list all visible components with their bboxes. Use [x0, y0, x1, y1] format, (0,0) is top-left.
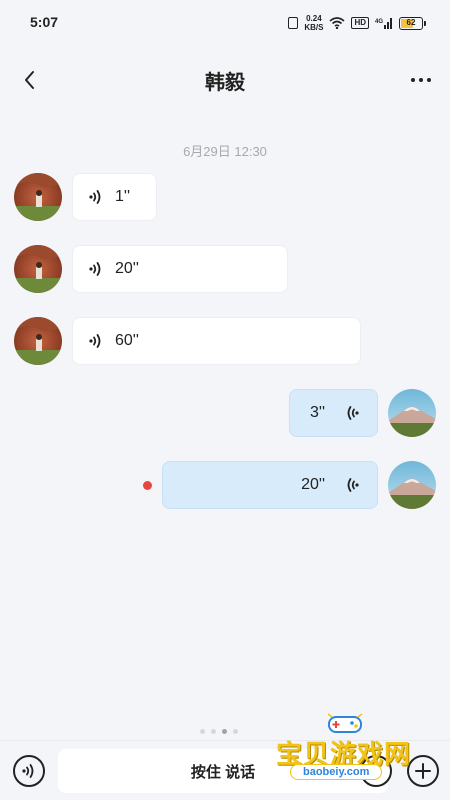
voice-duration: 20'' — [301, 476, 325, 493]
watermark-logo: 宝贝游戏网 baobeiy.com — [268, 710, 428, 790]
voice-message-bubble[interactable]: 3'' — [289, 389, 378, 437]
gamepad-icon — [327, 713, 363, 733]
page-dot — [200, 729, 205, 734]
voice-duration: 3'' — [309, 404, 325, 421]
page-dot-active — [222, 729, 227, 734]
status-bar: 5:07 0.24 KB/S HD 4G 62 — [0, 0, 450, 44]
voice-wave-icon — [89, 262, 101, 276]
contact-avatar[interactable] — [14, 173, 62, 221]
contact-avatar[interactable] — [14, 317, 62, 365]
voice-duration: 20'' — [115, 260, 139, 277]
user-avatar[interactable] — [388, 461, 436, 509]
voice-duration: 1'' — [115, 188, 131, 205]
voice-message-bubble[interactable]: 60'' — [72, 317, 361, 365]
net-speed-unit: KB/S — [304, 23, 324, 32]
watermark-url: baobeiy.com — [290, 764, 383, 780]
contact-name: 韩毅 — [205, 72, 245, 94]
voice-message-bubble[interactable]: 20'' — [72, 245, 288, 293]
voice-toggle-icon[interactable] — [13, 755, 45, 787]
page-dot — [233, 729, 238, 734]
page-indicator — [200, 729, 238, 734]
status-time: 5:07 — [30, 14, 59, 30]
voice-wave-icon — [89, 190, 101, 204]
unread-dot — [143, 481, 152, 490]
battery-level: 62 — [406, 17, 416, 27]
voice-wave-icon — [89, 334, 101, 348]
svg-text:4G: 4G — [375, 19, 383, 25]
signal-icon: 4G — [375, 18, 392, 29]
vibrate-icon — [288, 17, 299, 29]
status-icons: 0.24 KB/S HD 4G 62 — [288, 14, 426, 32]
message-timestamp: 6月29日 12:30 — [183, 144, 267, 159]
voice-message-bubble[interactable]: 20'' — [162, 461, 378, 509]
voice-duration: 60'' — [115, 332, 139, 349]
battery-icon: 62 — [399, 16, 426, 30]
chat-header: 韩毅 — [0, 44, 450, 116]
more-options-icon[interactable] — [406, 68, 436, 92]
contact-avatar[interactable] — [14, 245, 62, 293]
voice-wave-icon — [347, 478, 359, 492]
user-avatar[interactable] — [388, 389, 436, 437]
voice-message-bubble[interactable]: 1'' — [72, 173, 157, 221]
net-speed-value: 0.24 — [306, 14, 322, 23]
net-speed: 0.24 KB/S — [304, 14, 323, 32]
hd-badge: HD — [351, 17, 369, 29]
page-dot — [211, 729, 216, 734]
voice-wave-icon — [347, 406, 359, 420]
wifi-icon — [329, 17, 345, 29]
